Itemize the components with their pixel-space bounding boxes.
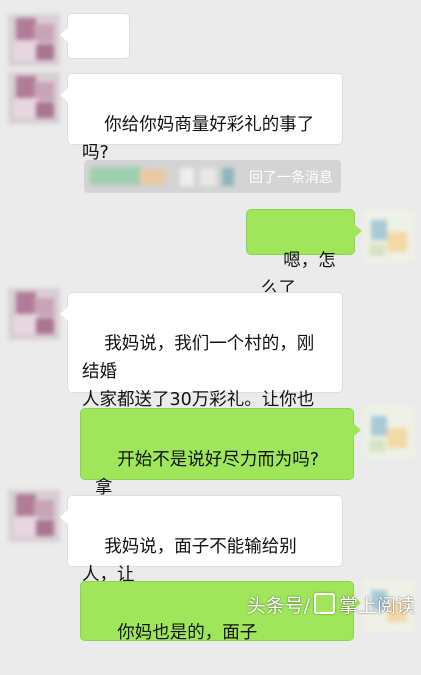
message-text: 你妈也是的，面子 bbox=[117, 623, 258, 643]
message-bubble-outgoing[interactable]: 开始不是说好尽力而为吗? 拿 68000吗 bbox=[80, 408, 361, 526]
system-notice: 回了一条消息 bbox=[84, 160, 341, 193]
user-avatar[interactable] bbox=[363, 406, 415, 458]
user-avatar[interactable] bbox=[363, 210, 415, 262]
contact-avatar[interactable] bbox=[8, 288, 60, 340]
message-text: 你给你妈商量好彩礼的事了 吗? bbox=[82, 115, 315, 163]
message-bubble-incoming[interactable]: 我妈说，我们一个村的，刚结婚 人家都送了30万彩礼。让你也 送那么多 bbox=[60, 292, 343, 438]
watermark-slash: / bbox=[303, 595, 310, 617]
message-bubble-incoming[interactable]: 你给你妈商量好彩礼的事了 吗? bbox=[60, 73, 343, 163]
system-notice-text: 回了一条消息 bbox=[249, 170, 333, 186]
message-bubble-incoming[interactable]: 我妈说，面子不能输给别人，让 你也拿那么多 bbox=[60, 495, 343, 613]
contact-avatar[interactable] bbox=[8, 14, 60, 66]
watermark-logo-icon bbox=[313, 593, 335, 614]
watermark-left: 头条号 bbox=[246, 595, 304, 617]
contact-avatar[interactable] bbox=[8, 72, 60, 124]
message-bubble-outgoing[interactable]: 嗯，怎么了 bbox=[246, 209, 362, 299]
watermark-right: 掌上阅读 bbox=[338, 595, 415, 617]
watermark: 头条号/ 掌上阅读 bbox=[247, 591, 415, 618]
chat-conversation: 在吗 你给你妈商量好彩礼的事了 吗? 回了一条消息 嗯，怎么了 bbox=[0, 0, 421, 643]
contact-avatar[interactable] bbox=[8, 490, 60, 542]
message-bubble-incoming[interactable]: 在吗 bbox=[60, 13, 130, 131]
